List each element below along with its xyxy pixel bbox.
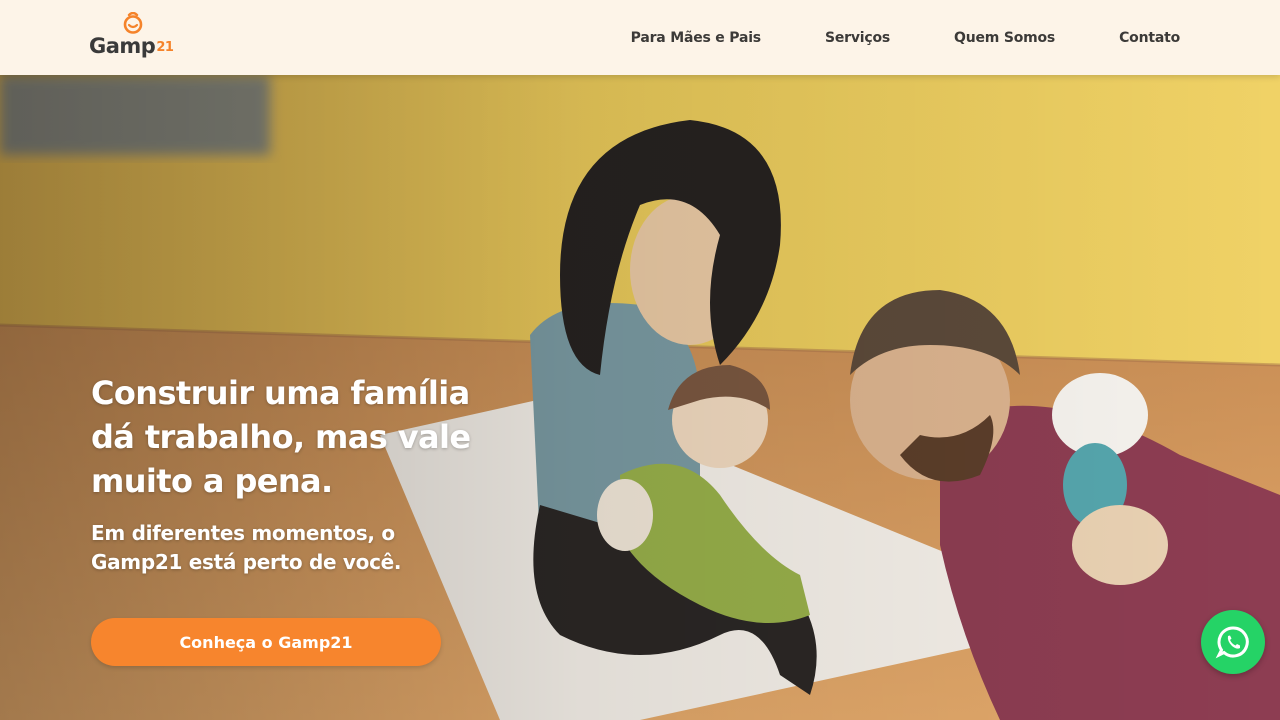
nav-item-contato[interactable]: Contato (1119, 30, 1180, 46)
hero-section: Construir uma família dá trabalho, mas v… (0, 75, 1280, 720)
gamp21-logo[interactable]: Gamp21 (89, 12, 189, 64)
logo-suffix: 21 (156, 40, 174, 55)
nav-item-servicos[interactable]: Serviços (825, 30, 890, 46)
nav-item-quem-somos[interactable]: Quem Somos (954, 30, 1055, 46)
hero-headline: Construir uma família dá trabalho, mas v… (91, 374, 471, 500)
hero-subheadline: Em diferentes momentos, o Gamp21 está pe… (91, 521, 402, 574)
conheca-gamp21-button[interactable]: Conheça o Gamp21 (91, 618, 441, 666)
main-nav: Para Mães e Pais Serviços Quem Somos Con… (631, 0, 1181, 75)
site-header: Gamp21 Para Mães e Pais Serviços Quem So… (0, 0, 1280, 75)
gamp21-logo-icon (123, 12, 143, 34)
logo-name: Gamp (89, 34, 156, 58)
logo-wordmark: Gamp21 (89, 34, 174, 58)
nav-item-maes-e-pais[interactable]: Para Mães e Pais (631, 30, 761, 46)
whatsapp-icon (1215, 626, 1249, 659)
whatsapp-button[interactable] (1201, 610, 1265, 674)
